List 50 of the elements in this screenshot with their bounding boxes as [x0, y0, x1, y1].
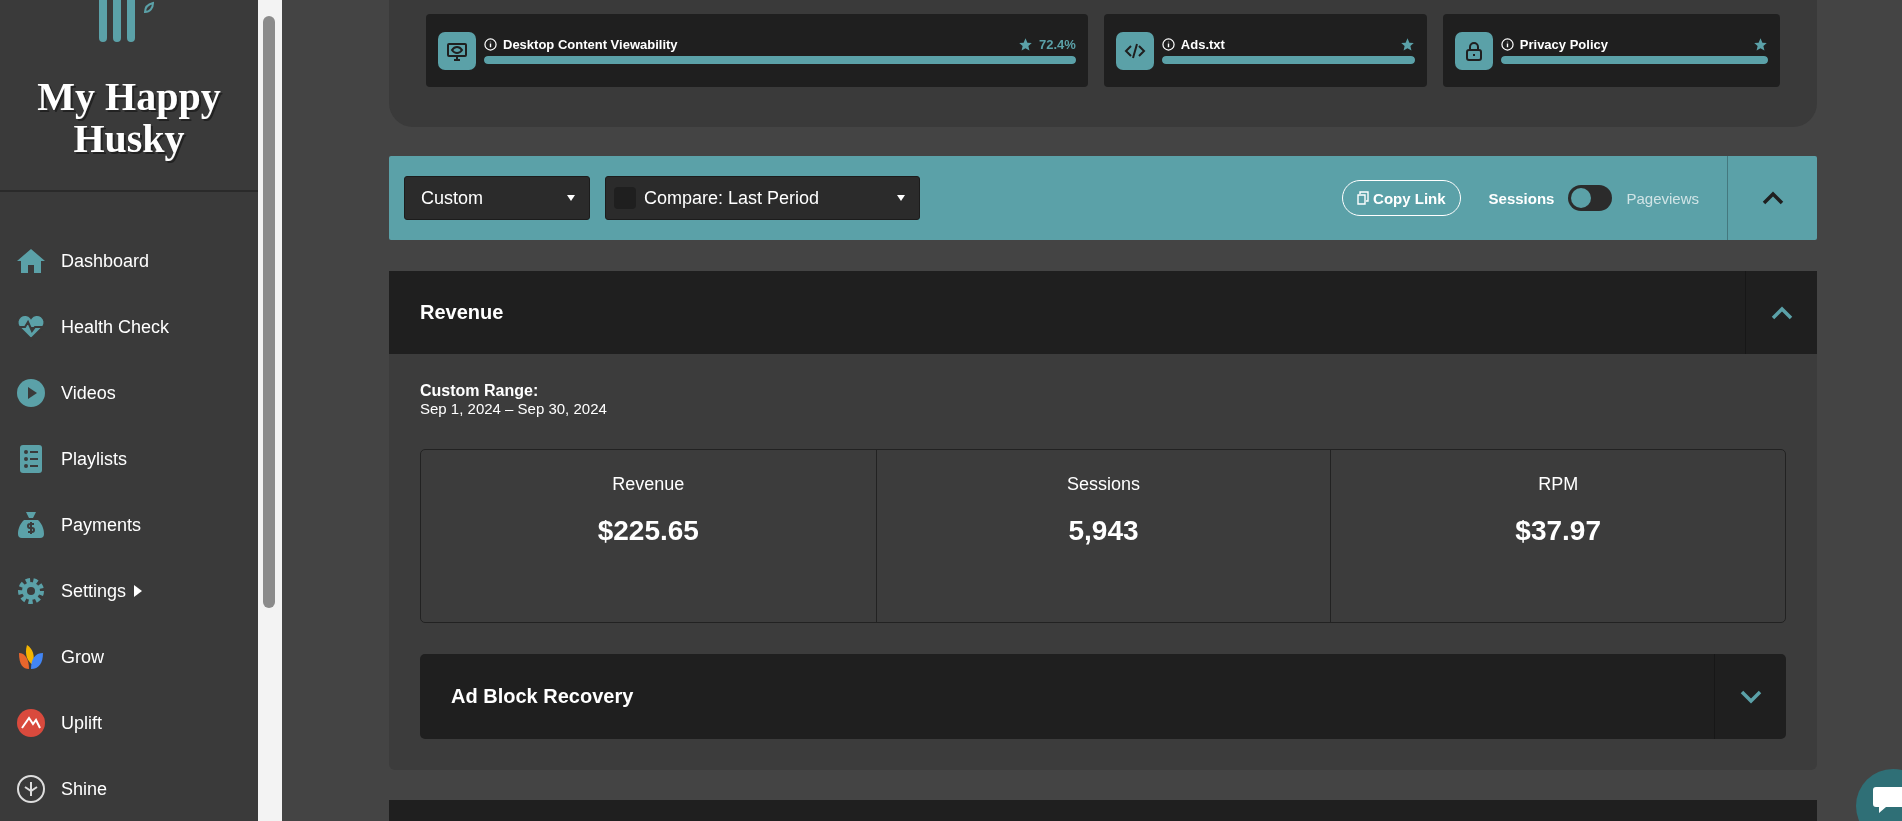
metric-value: 5,943	[1068, 515, 1139, 547]
code-icon	[1115, 31, 1154, 70]
chevron-up-icon	[1770, 305, 1793, 320]
scrollbar[interactable]	[258, 0, 282, 821]
settings-icon	[15, 575, 47, 607]
toggle-label: Pageviews	[1626, 189, 1699, 207]
info-icon[interactable]	[484, 38, 497, 51]
metric-label: Sessions	[1066, 474, 1140, 495]
date-range: Sep 1, 2024 – Sep 30, 2024	[420, 400, 608, 417]
star-icon[interactable]	[1753, 37, 1768, 52]
sprout-icon	[15, 773, 47, 805]
star-icon[interactable]	[1399, 37, 1415, 52]
section-title: Revenue	[420, 301, 505, 324]
chevron-down-icon	[1739, 689, 1762, 704]
nav-item[interactable]: Videos	[0, 360, 258, 426]
lock-icon	[1454, 31, 1493, 70]
nav-item[interactable]: Shine	[0, 756, 258, 821]
monitor-eye-icon	[438, 31, 476, 70]
nav-item[interactable]: Grow	[0, 624, 258, 690]
metric-value: $37.97	[1515, 515, 1601, 547]
metric-label: RPM	[1538, 474, 1579, 495]
metric-label: Revenue	[612, 474, 685, 495]
compare-select[interactable]: Compare: Last Period	[605, 176, 920, 220]
card-reading: 72.4%	[1039, 37, 1076, 52]
info-icon[interactable]	[1500, 38, 1514, 51]
section-title: Ad Block Recovery	[451, 685, 635, 708]
nav-item[interactable]: Playlists	[0, 426, 258, 492]
mountain-icon	[15, 707, 47, 739]
range-select[interactable]: Custom	[404, 176, 590, 220]
chat-icon	[1872, 785, 1902, 815]
star-icon[interactable]	[1018, 37, 1033, 52]
nav-item[interactable]: Settings	[0, 558, 258, 624]
dropdown-caret-icon	[897, 195, 905, 201]
card-title: Ads.txt	[1180, 37, 1226, 52]
metric-value: $225.65	[597, 515, 699, 547]
money-bag-icon	[15, 509, 47, 541]
nav-item[interactable]: Health Check	[0, 294, 258, 360]
dropdown-caret-icon	[567, 195, 575, 201]
toggle-label: Sessions	[1488, 189, 1555, 207]
range-label: Custom Range:	[420, 382, 540, 400]
metric-switch[interactable]	[1568, 185, 1613, 211]
card-title: Desktop Content Viewability	[503, 37, 679, 52]
card-title: Privacy Policy	[1519, 37, 1609, 52]
copy-icon	[1357, 191, 1370, 205]
chevron-up-icon	[1761, 191, 1784, 205]
nav-item[interactable]: Uplift	[0, 690, 258, 756]
nav-item[interactable]: Payments	[0, 492, 258, 558]
play-icon	[15, 377, 47, 409]
nav-item[interactable]: Dashboard	[0, 228, 258, 294]
info-icon[interactable]	[1161, 38, 1175, 51]
